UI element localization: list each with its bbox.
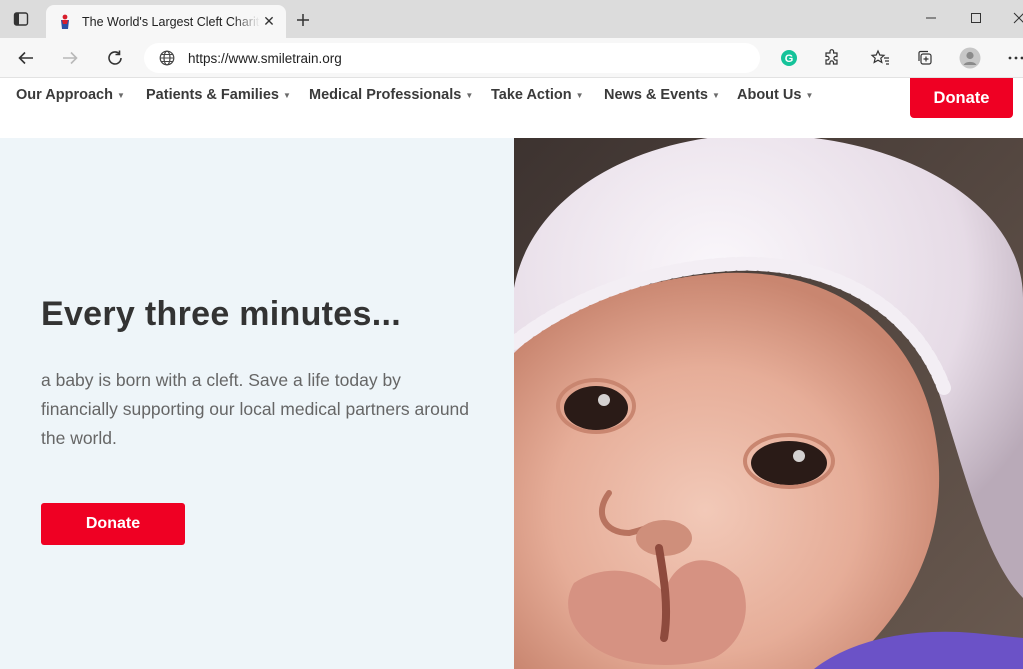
nav-item-medical-professionals[interactable]: Medical Professionals ▼ xyxy=(309,87,473,103)
nav-item-label: Patients & Families xyxy=(146,87,279,103)
site-navigation: Our Approach ▼ Patients & Families ▼ Medic… xyxy=(0,78,1023,138)
address-toolbar: https://www.smiletrain.org G xyxy=(0,38,1023,78)
window-close-icon[interactable] xyxy=(1008,8,1023,28)
forward-arrow-icon[interactable] xyxy=(58,46,82,70)
nav-item-label: Take Action xyxy=(491,87,572,103)
favorites-icon[interactable] xyxy=(868,46,892,70)
back-arrow-icon[interactable] xyxy=(14,46,38,70)
active-tab[interactable]: The World's Largest Cleft Charity ✕ xyxy=(46,5,286,38)
close-icon[interactable]: ✕ xyxy=(260,13,278,31)
caret-down-icon: ▼ xyxy=(711,90,720,100)
nav-item-label: Our Approach xyxy=(16,87,113,103)
plus-icon[interactable] xyxy=(292,9,314,31)
maximize-icon[interactable] xyxy=(965,8,987,28)
hero-photo xyxy=(514,138,1023,669)
nav-item-news-events[interactable]: News & Events ▼ xyxy=(604,87,720,103)
donate-button-hero[interactable]: Donate xyxy=(41,503,185,545)
collections-icon[interactable] xyxy=(913,46,937,70)
nav-item-about-us[interactable]: About Us ▼ xyxy=(737,87,813,103)
profile-icon[interactable] xyxy=(958,46,982,70)
tab-bar: The World's Largest Cleft Charity ✕ xyxy=(0,0,1023,38)
hero-subtext: a baby is born with a cleft. Save a life… xyxy=(41,370,470,448)
url-text: https://www.smiletrain.org xyxy=(188,50,342,66)
nav-item-label: News & Events xyxy=(604,87,708,103)
nav-item-our-approach[interactable]: Our Approach ▼ xyxy=(16,87,125,103)
sidebar-toggle-icon[interactable] xyxy=(10,8,32,30)
svg-text:G: G xyxy=(785,53,794,65)
caret-down-icon: ▼ xyxy=(575,90,584,100)
hero-headline: Every three minutes... xyxy=(41,295,401,333)
extensions-icon[interactable] xyxy=(820,46,844,70)
favicon-icon xyxy=(58,14,72,30)
nav-item-patients-families[interactable]: Patients & Families ▼ xyxy=(146,87,291,103)
caret-down-icon: ▼ xyxy=(805,90,814,100)
url-field[interactable]: https://www.smiletrain.org xyxy=(144,43,760,73)
minimize-icon[interactable] xyxy=(920,8,942,28)
grammarly-icon[interactable]: G xyxy=(777,46,801,70)
globe-icon xyxy=(158,49,176,67)
more-icon[interactable] xyxy=(1004,46,1023,70)
nav-item-label: About Us xyxy=(737,87,802,103)
caret-down-icon: ▼ xyxy=(282,90,291,100)
caret-down-icon: ▼ xyxy=(116,90,125,100)
caret-down-icon: ▼ xyxy=(465,90,474,100)
nav-item-take-action[interactable]: Take Action ▼ xyxy=(491,87,584,103)
refresh-icon[interactable] xyxy=(103,46,127,70)
nav-item-label: Medical Professionals xyxy=(309,87,462,103)
tab-title: The World's Largest Cleft Charity xyxy=(82,14,260,29)
donate-button-header[interactable]: Donate xyxy=(910,78,1013,118)
